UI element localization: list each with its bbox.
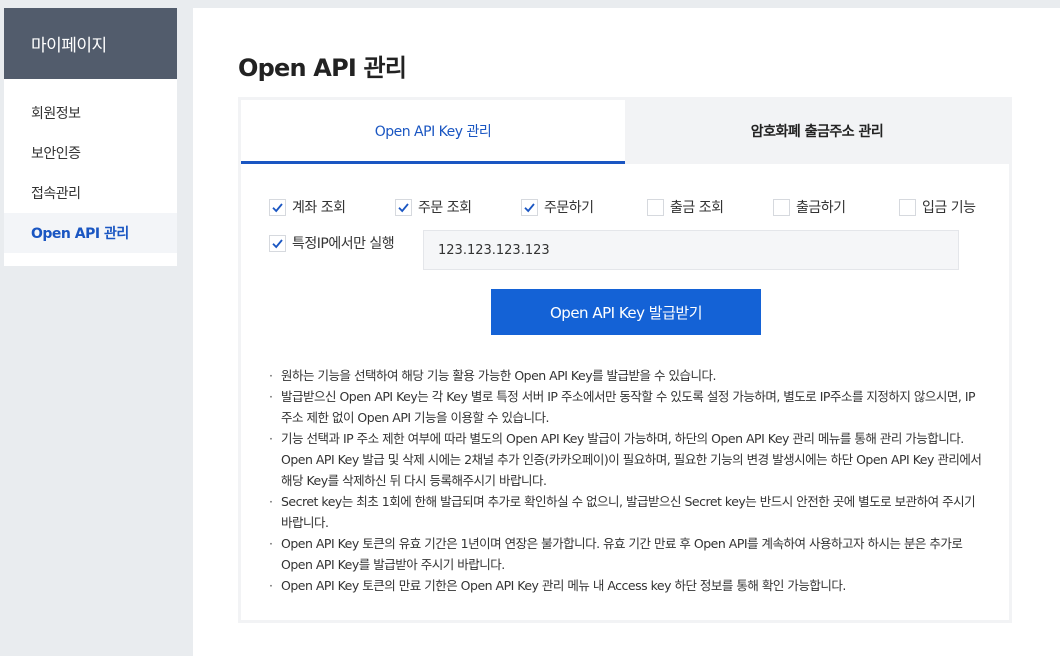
permission-order-query[interactable]: 주문 조회 xyxy=(395,197,472,217)
notice-item: 원하는 기능을 선택하여 해당 기능 활용 가능한 Open API Key를 … xyxy=(269,365,985,386)
checkbox[interactable] xyxy=(521,198,538,216)
tab-open-api-key[interactable]: Open API Key 관리 xyxy=(241,100,625,164)
checkbox-label: 출금하기 xyxy=(796,200,846,216)
tab-bar: Open API Key 관리 암호화폐 출금주소 관리 xyxy=(241,100,1009,164)
sidebar-item-member-info[interactable]: 회원정보 xyxy=(4,93,177,133)
permission-account-query[interactable]: 계좌 조회 xyxy=(269,197,346,217)
sidebar-item-access[interactable]: 접속관리 xyxy=(4,173,177,213)
api-panel: Open API Key 관리 암호화폐 출금주소 관리 계좌 조회 주문 조회… xyxy=(238,97,1012,623)
tab-withdraw-address[interactable]: 암호화폐 출금주소 관리 xyxy=(625,100,1009,164)
sidebar-item-security[interactable]: 보안인증 xyxy=(4,133,177,173)
notice-item: 기능 선택과 IP 주소 제한 여부에 따라 별도의 Open API Key … xyxy=(269,428,985,491)
permission-deposit[interactable]: 입금 기능 xyxy=(899,197,976,217)
check-icon xyxy=(398,202,409,212)
checkbox-label: 계좌 조회 xyxy=(292,200,346,216)
sidebar-item-open-api[interactable]: Open API 관리 xyxy=(4,213,177,253)
checkbox[interactable] xyxy=(647,198,664,216)
permission-order[interactable]: 주문하기 xyxy=(521,197,594,217)
notice-item: 발급받으신 Open API Key는 각 Key 별로 특정 서버 IP 주소… xyxy=(269,386,985,428)
ip-address-input[interactable]: 123.123.123.123 xyxy=(423,230,959,270)
check-icon xyxy=(524,202,535,212)
checkbox[interactable] xyxy=(269,234,286,252)
check-icon xyxy=(272,202,283,212)
checkbox-label: 출금 조회 xyxy=(670,200,724,216)
check-icon xyxy=(272,238,283,248)
sidebar-menu: 회원정보 보안인증 접속관리 Open API 관리 xyxy=(4,79,177,253)
main-content: Open API 관리 Open API Key 관리 암호화폐 출금주소 관리… xyxy=(193,8,1060,656)
notice-item: Open API Key 토큰의 유효 기간은 1년이며 연장은 불가합니다. … xyxy=(269,533,985,575)
checkbox[interactable] xyxy=(773,198,790,216)
checkbox-label: 주문 조회 xyxy=(418,200,472,216)
permission-checkboxes: 계좌 조회 주문 조회 주문하기 출금 조회 출금하기 입금 기능 xyxy=(269,197,989,221)
checkbox[interactable] xyxy=(395,198,412,216)
checkbox-label: 입금 기능 xyxy=(922,200,976,216)
checkbox-label: 주문하기 xyxy=(544,200,594,216)
sidebar: 마이페이지 회원정보 보안인증 접속관리 Open API 관리 xyxy=(4,8,177,266)
checkbox[interactable] xyxy=(899,198,916,216)
permission-withdraw-query[interactable]: 출금 조회 xyxy=(647,197,724,217)
checkbox[interactable] xyxy=(269,198,286,216)
checkbox-label: 특정IP에서만 실행 xyxy=(292,236,395,252)
page-title: Open API 관리 xyxy=(238,54,407,82)
issue-api-key-button[interactable]: Open API Key 발급받기 xyxy=(491,289,761,335)
notice-item: Secret key는 최초 1회에 한해 발급되며 추가로 확인하실 수 없으… xyxy=(269,491,985,533)
notice-list: 원하는 기능을 선택하여 해당 기능 활용 가능한 Open API Key를 … xyxy=(269,365,985,596)
notice-item: Open API Key 토큰의 만료 기한은 Open API Key 관리 … xyxy=(269,575,985,596)
permission-withdraw[interactable]: 출금하기 xyxy=(773,197,846,217)
ip-restriction-checkbox[interactable]: 특정IP에서만 실행 xyxy=(269,233,395,253)
sidebar-title: 마이페이지 xyxy=(4,8,177,79)
